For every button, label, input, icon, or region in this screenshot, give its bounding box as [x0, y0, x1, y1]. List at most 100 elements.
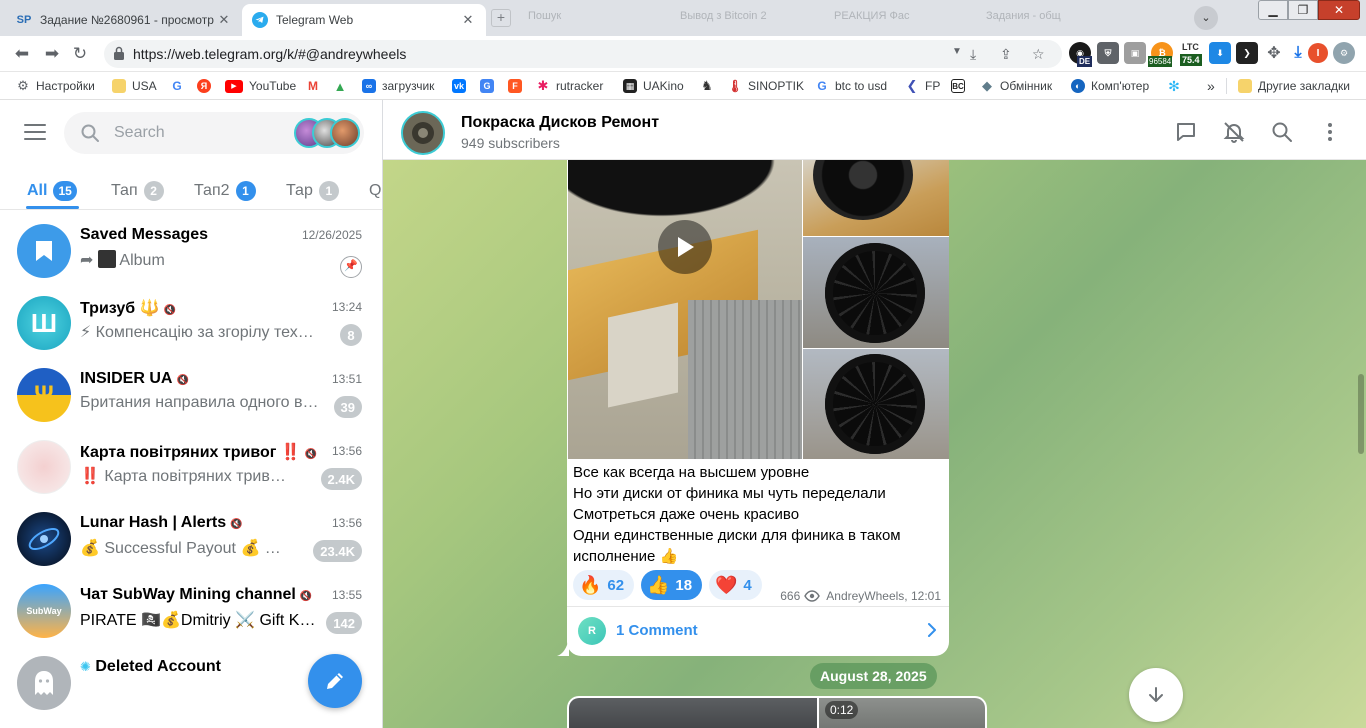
- bookmark-kompyuter[interactable]: ◐ Комп'ютер: [1071, 78, 1149, 94]
- more-vertical-icon[interactable]: [1318, 120, 1342, 144]
- translate-icon: G: [480, 79, 494, 93]
- tab-q[interactable]: Q: [369, 176, 381, 206]
- snowflake-icon: ✻: [1168, 77, 1180, 94]
- wheel-image: [825, 354, 925, 454]
- bookmark-icon: [17, 224, 71, 278]
- bookmark-chess[interactable]: ♞: [700, 78, 720, 94]
- reaction-heart[interactable]: ❤️ 4: [709, 570, 762, 600]
- search-input[interactable]: [114, 122, 284, 144]
- browser-tab-zadanie[interactable]: SP Задание №2680961 - просмотр з ✕: [6, 4, 242, 36]
- discussion-icon[interactable]: [1174, 120, 1198, 144]
- scroll-down-button[interactable]: [1129, 668, 1183, 722]
- reaction-thumbs-up[interactable]: 👍 18: [641, 570, 703, 600]
- reaction-fire[interactable]: 🔥 62: [573, 570, 635, 600]
- play-button[interactable]: [658, 220, 712, 274]
- downloads-icon[interactable]: ⤓: [1287, 42, 1309, 64]
- close-window-button[interactable]: ✕: [1318, 0, 1360, 20]
- chat-preview: PIRATE 🏴‍☠️💰Dmitriy ⚔️ Gift Ko…: [80, 612, 320, 629]
- lock-icon[interactable]: [113, 46, 125, 60]
- search-icon[interactable]: [1270, 120, 1294, 144]
- chat-item-lunar-hash[interactable]: Lunar Hash | Alerts 🔇 13:56 💰 Successful …: [8, 504, 374, 576]
- minimize-window-button[interactable]: ▁: [1258, 0, 1288, 20]
- bookmark-f[interactable]: F: [508, 78, 528, 94]
- channel-header[interactable]: Покраска Дисков Ремонт 949 subscribers: [383, 100, 1366, 160]
- chat-item-insider-ua[interactable]: Ψ INSIDER UA 🔇 13:51 Британия направила о…: [8, 360, 374, 432]
- youtube-icon: ▶: [225, 79, 243, 93]
- chat-item-subway-mining[interactable]: SubWay Чат SubWay Mining channel 🔇 13:55 …: [8, 576, 374, 648]
- other-bookmarks[interactable]: Другие закладки: [1238, 78, 1350, 94]
- settings-gear-icon[interactable]: ⚙: [1333, 42, 1355, 64]
- ghost-tab[interactable]: РЕАКЦИЯ Фас: [834, 10, 909, 28]
- scrollbar-thumb[interactable]: [1358, 374, 1364, 454]
- next-post-preview[interactable]: 0:12: [567, 696, 987, 728]
- bookmark-usa[interactable]: USA: [112, 78, 157, 94]
- chat-item-saved-messages[interactable]: Saved Messages 12/26/2025 ➦ Album 📌: [8, 216, 374, 288]
- wheel-photo[interactable]: [803, 237, 949, 348]
- ghost-tab[interactable]: Вывод з Bitcoin 2: [680, 10, 767, 28]
- share-icon[interactable]: ⇪: [1000, 46, 1012, 63]
- video-thumbnail[interactable]: [568, 160, 802, 459]
- url-text[interactable]: https://web.telegram.org/k/#@andreywheel…: [133, 46, 406, 62]
- tab-tap[interactable]: Тап 2: [111, 176, 164, 206]
- ublock-extension-icon[interactable]: ⛨: [1097, 42, 1119, 64]
- maximize-window-button[interactable]: ❐: [1288, 0, 1318, 20]
- bookmarks-divider: [1226, 78, 1227, 94]
- ghost-tab[interactable]: Задания - общ: [986, 10, 1061, 28]
- bookmark-obminnyk[interactable]: ◆ Обмінник: [980, 78, 1052, 94]
- hamburger-menu-icon[interactable]: [24, 124, 46, 140]
- tab-tap2[interactable]: Тап2 1: [194, 176, 256, 206]
- puzzle-extensions-icon[interactable]: ✥: [1263, 42, 1285, 64]
- bookmark-star-icon[interactable]: ☆: [1032, 46, 1045, 63]
- bookmark-rutracker[interactable]: ✱ rutracker: [536, 78, 604, 94]
- story-avatar[interactable]: [330, 118, 360, 148]
- omnibox-dropdown-icon[interactable]: ▼: [952, 46, 962, 57]
- close-tab-icon[interactable]: ✕: [216, 12, 232, 28]
- close-tab-icon[interactable]: ✕: [460, 12, 476, 28]
- chat-item-tryzub[interactable]: Ш Тризуб 🔱 🔇 13:24 ⚡ Компенсацію за згорі…: [8, 288, 374, 360]
- address-bar[interactable]: https://web.telegram.org/k/#@andreywheel…: [104, 40, 1062, 68]
- bookmark-uakino[interactable]: ▦ UAKino: [623, 78, 684, 94]
- briefcase-extension-icon[interactable]: ▣: [1124, 42, 1146, 64]
- browser-tab-telegram[interactable]: Telegram Web ✕: [242, 4, 486, 36]
- post-media-album[interactable]: [567, 160, 949, 459]
- reload-icon[interactable]: ↻: [69, 44, 91, 64]
- bookmark-yandex[interactable]: Я: [197, 78, 217, 94]
- tab-all[interactable]: All 15: [27, 176, 77, 206]
- ghost-tab[interactable]: Пошук: [528, 10, 561, 28]
- chevron-right-icon: [928, 623, 936, 637]
- profile-avatar[interactable]: I: [1308, 43, 1328, 63]
- wheel-photo[interactable]: [803, 349, 949, 459]
- bookmark-vk[interactable]: vk: [452, 78, 472, 94]
- tab-search-chevron-icon[interactable]: ⌄: [1194, 6, 1218, 30]
- eye-icon: [804, 590, 821, 602]
- bookmark-google[interactable]: G: [170, 78, 190, 94]
- comments-button[interactable]: R 1 Comment: [567, 606, 949, 654]
- bookmark-sinoptik[interactable]: 🌡 SINOPTIK: [727, 78, 804, 94]
- chat-preview: Британия направила одного в…: [80, 394, 319, 411]
- forward-arrow-icon[interactable]: ➡: [41, 44, 63, 64]
- channel-post[interactable]: Все как всегда на высшем уровне Но эти д…: [567, 160, 949, 656]
- bookmark-drive[interactable]: ▲: [333, 78, 353, 94]
- download-extension-icon[interactable]: ⬇: [1209, 42, 1231, 64]
- new-message-button[interactable]: [308, 654, 362, 708]
- bookmark-translate[interactable]: G: [480, 78, 500, 94]
- bookmark-zagruzchik[interactable]: ∞ загрузчик: [362, 78, 434, 94]
- next-post-photo[interactable]: [569, 698, 817, 728]
- channel-avatar[interactable]: [401, 111, 445, 155]
- bookmark-snowflake[interactable]: ✻: [1167, 78, 1187, 94]
- mute-bell-icon[interactable]: [1222, 120, 1246, 144]
- bookmark-youtube[interactable]: ▶ YouTube: [225, 78, 296, 94]
- terminal-extension-icon[interactable]: ❯: [1236, 42, 1258, 64]
- chat-item-air-raid-map[interactable]: Карта повітряних тривог ‼️ 🔇 13:56 ‼️ Кар…: [8, 432, 374, 504]
- more-bookmarks-button[interactable]: »: [1207, 78, 1215, 94]
- wheel-photo[interactable]: [803, 160, 949, 236]
- install-app-icon[interactable]: ⤓: [970, 46, 976, 63]
- bookmark-btc-to-usd[interactable]: Gbtc to usd: [815, 78, 887, 94]
- new-tab-button[interactable]: +: [491, 9, 511, 27]
- back-arrow-icon[interactable]: ⬅: [11, 44, 33, 64]
- bookmark-bc[interactable]: BC: [951, 78, 971, 94]
- bookmark-settings[interactable]: ⚙ Настройки: [16, 78, 95, 94]
- tab-tar[interactable]: Тар 1: [286, 176, 339, 206]
- bookmark-fp[interactable]: ❮ FP: [905, 78, 941, 94]
- bookmark-gmail[interactable]: M: [306, 78, 326, 94]
